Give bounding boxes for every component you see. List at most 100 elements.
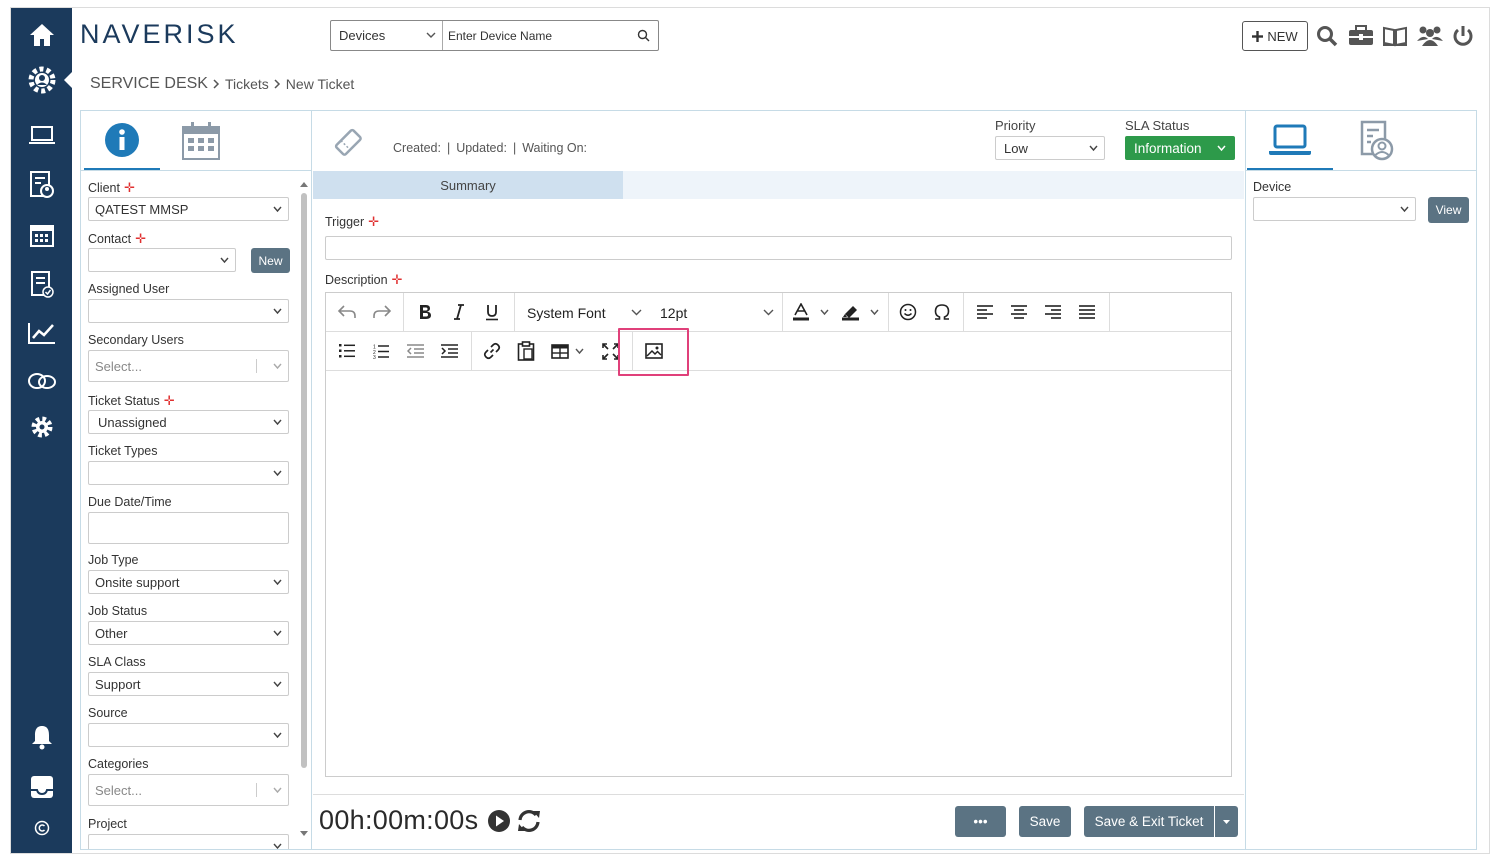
- view-device-button[interactable]: View: [1428, 197, 1469, 223]
- save-button[interactable]: Save: [1019, 806, 1071, 837]
- job-type-select[interactable]: Onsite support: [88, 570, 289, 594]
- align-center-icon[interactable]: [1005, 293, 1033, 331]
- tab-schedule[interactable]: [163, 111, 239, 171]
- required-icon: ✛: [163, 393, 175, 408]
- chevron-down-icon: [273, 732, 282, 739]
- link-icon[interactable]: [478, 332, 506, 370]
- chevron-down-icon: [273, 787, 282, 794]
- breadcrumb-tickets[interactable]: Tickets: [225, 76, 269, 92]
- breadcrumb-root[interactable]: SERVICE DESK: [90, 75, 208, 93]
- align-justify-icon[interactable]: [1073, 293, 1101, 331]
- service-desk-icon[interactable]: [11, 60, 72, 100]
- new-button[interactable]: NEW: [1242, 21, 1308, 51]
- trigger-input[interactable]: [325, 236, 1232, 260]
- device-label: Device: [1253, 180, 1292, 194]
- font-size-select[interactable]: 12pt: [660, 305, 687, 321]
- editor-toolbar-row-2: 123: [326, 332, 1231, 371]
- align-left-icon[interactable]: [971, 293, 999, 331]
- required-icon: ✛: [123, 180, 135, 195]
- align-right-icon[interactable]: [1039, 293, 1067, 331]
- outdent-icon[interactable]: [401, 332, 429, 370]
- ticket-status-select[interactable]: Unassigned: [88, 410, 289, 434]
- new-button-label: NEW: [1267, 28, 1298, 44]
- special-character-icon[interactable]: [928, 293, 956, 331]
- underline-icon[interactable]: [477, 293, 507, 331]
- client-select[interactable]: QATEST MMSP: [88, 197, 289, 221]
- search-input[interactable]: [448, 25, 633, 46]
- timer-display: 00h:00m:00s: [319, 805, 479, 835]
- notifications-icon[interactable]: [11, 717, 72, 757]
- waiting-label: Waiting On:: [522, 141, 588, 155]
- categories-select[interactable]: Select...: [88, 774, 289, 806]
- checklist-icon[interactable]: [11, 264, 72, 304]
- tab-info[interactable]: [84, 111, 160, 171]
- priority-select[interactable]: Low: [995, 136, 1105, 160]
- sla-class-select[interactable]: Support: [88, 672, 289, 696]
- tab-device[interactable]: [1247, 111, 1333, 171]
- assigned-user-select[interactable]: [88, 299, 289, 323]
- device-select[interactable]: [1253, 197, 1416, 221]
- search-icon[interactable]: [1316, 24, 1338, 48]
- play-icon[interactable]: [487, 809, 511, 833]
- emoji-icon[interactable]: [894, 293, 922, 331]
- indent-icon[interactable]: [435, 332, 463, 370]
- save-options-dropdown[interactable]: [1215, 806, 1238, 837]
- numbered-list-icon[interactable]: 123: [367, 332, 395, 370]
- chevron-down-icon[interactable]: [820, 309, 829, 316]
- sla-status-label: SLA Status: [1125, 118, 1190, 133]
- tab-summary[interactable]: Summary: [313, 171, 623, 199]
- users-icon[interactable]: [1416, 24, 1444, 48]
- contact-report-icon: [1360, 120, 1394, 161]
- table-icon[interactable]: [548, 332, 572, 370]
- devices-icon[interactable]: [11, 116, 72, 156]
- paste-icon[interactable]: [512, 332, 540, 370]
- settings-icon[interactable]: [11, 407, 72, 447]
- due-date-input[interactable]: [88, 512, 289, 544]
- footer-divider: [313, 794, 1244, 795]
- font-family-select[interactable]: System Font: [527, 305, 606, 321]
- secondary-users-select[interactable]: Select...: [88, 350, 289, 382]
- toolbox-icon[interactable]: [1348, 24, 1374, 48]
- scroll-down-icon[interactable]: [300, 831, 308, 837]
- required-icon: ✛: [368, 214, 380, 229]
- search-type-select[interactable]: Devices: [331, 21, 443, 50]
- info-icon: [105, 122, 139, 157]
- text-color-icon[interactable]: [788, 293, 814, 331]
- analytics-icon[interactable]: [11, 313, 72, 353]
- chevron-down-icon[interactable]: [870, 309, 879, 316]
- power-icon[interactable]: [1452, 24, 1474, 48]
- search-icon[interactable]: [637, 29, 650, 42]
- bold-icon[interactable]: [410, 293, 440, 331]
- editor-content-area[interactable]: [326, 371, 1231, 776]
- reports-icon[interactable]: [11, 165, 72, 205]
- left-scrollbar[interactable]: [300, 181, 308, 849]
- save-exit-button[interactable]: Save & Exit Ticket: [1084, 806, 1214, 837]
- updated-label: Updated:: [456, 141, 507, 155]
- cloud-icon[interactable]: [11, 361, 72, 401]
- more-options-button[interactable]: •••: [955, 806, 1006, 837]
- sla-status-value: Information: [1134, 140, 1202, 156]
- bullet-list-icon[interactable]: [333, 332, 361, 370]
- home-icon[interactable]: [11, 15, 72, 55]
- project-select[interactable]: [88, 834, 289, 849]
- job-status-select[interactable]: Other: [88, 621, 289, 645]
- inbox-icon[interactable]: [11, 767, 72, 807]
- chevron-down-icon[interactable]: [575, 348, 584, 355]
- italic-icon[interactable]: [444, 293, 474, 331]
- tab-contact-details[interactable]: [1334, 111, 1420, 171]
- priority-label: Priority: [995, 118, 1036, 133]
- new-contact-button[interactable]: New: [251, 248, 290, 273]
- highlight-color-icon[interactable]: [838, 293, 864, 331]
- reset-icon[interactable]: [516, 808, 542, 834]
- calendar-icon[interactable]: [11, 215, 72, 255]
- redo-icon[interactable]: [367, 293, 397, 331]
- source-select[interactable]: [88, 723, 289, 747]
- book-icon[interactable]: [1382, 24, 1408, 48]
- ticket-types-select[interactable]: [88, 461, 289, 485]
- scrollbar-thumb[interactable]: [301, 193, 307, 768]
- priority-value: Low: [1004, 141, 1028, 156]
- tab-bar: Summary: [313, 171, 1244, 199]
- undo-icon[interactable]: [332, 293, 362, 331]
- scroll-up-icon[interactable]: [300, 181, 308, 187]
- contact-select[interactable]: [88, 248, 236, 272]
